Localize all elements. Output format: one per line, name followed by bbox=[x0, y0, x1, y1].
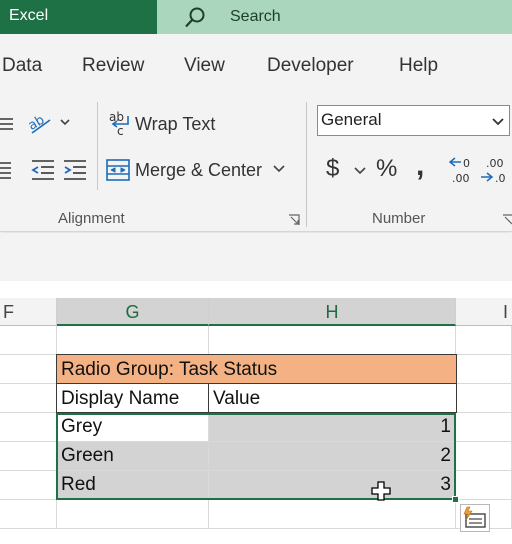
table-row-name[interactable]: Green bbox=[57, 442, 209, 471]
alignment-dialog-launcher[interactable] bbox=[288, 213, 300, 231]
table-row-value[interactable]: 2 bbox=[209, 442, 456, 471]
table-title-cell[interactable]: Radio Group: Task Status bbox=[56, 354, 457, 384]
table-row-name[interactable]: Grey bbox=[57, 413, 209, 442]
merge-center-icon bbox=[106, 158, 130, 182]
cell[interactable] bbox=[456, 442, 512, 471]
column-header-h[interactable]: H bbox=[209, 298, 456, 326]
alignment-group-label: Alignment bbox=[58, 210, 125, 227]
cell[interactable] bbox=[0, 384, 57, 413]
quick-analysis-button[interactable] bbox=[460, 504, 490, 532]
fill-handle[interactable] bbox=[452, 496, 459, 503]
cell[interactable] bbox=[57, 500, 209, 529]
percent-icon: % bbox=[376, 155, 398, 182]
tab-developer[interactable]: Developer bbox=[267, 55, 354, 77]
table-row-name[interactable]: Red bbox=[57, 471, 209, 500]
ribbon-tabs: Data Review View Developer Help bbox=[0, 34, 512, 94]
increase-indent-icon bbox=[62, 158, 88, 182]
cell[interactable] bbox=[0, 355, 57, 384]
comma-icon: , bbox=[416, 149, 425, 182]
separator bbox=[306, 102, 307, 227]
header-display-name[interactable]: Display Name bbox=[56, 383, 209, 413]
ribbon: ab ab c Wrap Text Merge & Center Alignmen… bbox=[0, 94, 512, 232]
align-icon bbox=[0, 160, 14, 180]
worksheet-grid[interactable]: Radio Group: Task Status Display Name Va… bbox=[0, 326, 512, 544]
cell[interactable] bbox=[57, 326, 209, 355]
text-orientation-icon: ab bbox=[28, 110, 74, 136]
currency-format-dropdown[interactable] bbox=[354, 167, 366, 175]
column-header-i[interactable]: I bbox=[456, 298, 512, 326]
comma-style-button[interactable]: , bbox=[416, 149, 424, 183]
wrap-text-label: Wrap Text bbox=[135, 113, 216, 134]
number-group-label: Number bbox=[372, 210, 426, 227]
svg-text:.00: .00 bbox=[452, 172, 470, 184]
increase-decimal-button[interactable]: 0.00 bbox=[449, 156, 477, 184]
app-title: Excel bbox=[9, 7, 49, 24]
merge-center-button[interactable]: Merge & Center bbox=[106, 158, 262, 182]
cell[interactable] bbox=[0, 326, 57, 355]
merge-center-dropdown[interactable] bbox=[273, 165, 285, 173]
tab-view[interactable]: View bbox=[184, 55, 225, 77]
cell[interactable] bbox=[456, 413, 512, 442]
table-row-value[interactable]: 3 bbox=[209, 471, 456, 500]
tab-review[interactable]: Review bbox=[82, 55, 144, 77]
align-left-button[interactable] bbox=[0, 160, 14, 180]
table-row-value[interactable]: 1 bbox=[209, 413, 456, 442]
header-value[interactable]: Value bbox=[208, 383, 457, 413]
orientation-button[interactable]: ab bbox=[28, 110, 74, 136]
decrease-indent-button[interactable] bbox=[30, 158, 56, 182]
cell[interactable] bbox=[456, 471, 512, 500]
tab-help[interactable]: Help bbox=[399, 55, 438, 77]
search-box[interactable]: Search bbox=[157, 0, 512, 34]
cell[interactable] bbox=[456, 326, 512, 355]
decrease-indent-icon bbox=[30, 158, 56, 182]
svg-text:c: c bbox=[117, 124, 124, 138]
separator bbox=[97, 102, 98, 190]
svg-text:0: 0 bbox=[463, 157, 470, 170]
percent-style-button[interactable]: % bbox=[376, 155, 397, 183]
increase-indent-button[interactable] bbox=[62, 158, 88, 182]
chevron-down-icon bbox=[354, 167, 366, 175]
column-header-g[interactable]: G bbox=[57, 298, 209, 326]
svg-text:.0: .0 bbox=[495, 172, 506, 184]
cell[interactable] bbox=[457, 355, 512, 384]
decrease-decimal-button[interactable]: .00.0 bbox=[480, 156, 510, 184]
currency-format-button[interactable]: $ bbox=[326, 155, 339, 183]
number-dialog-launcher[interactable] bbox=[502, 213, 512, 231]
wrap-text-button[interactable]: ab c Wrap Text bbox=[108, 110, 215, 138]
cell[interactable] bbox=[0, 500, 57, 529]
search-icon bbox=[183, 6, 207, 35]
currency-icon: $ bbox=[326, 155, 340, 182]
cell[interactable] bbox=[0, 471, 57, 500]
quick-analysis-icon bbox=[461, 506, 489, 535]
number-format-select[interactable]: General bbox=[317, 105, 510, 136]
merge-center-label: Merge & Center bbox=[135, 159, 263, 180]
cell[interactable] bbox=[209, 500, 456, 529]
svg-text:.00: .00 bbox=[486, 157, 504, 170]
column-header-f[interactable]: F bbox=[0, 298, 57, 326]
justify-align-button[interactable] bbox=[0, 116, 14, 132]
chevron-down-icon bbox=[273, 165, 285, 173]
cell-cursor-icon bbox=[371, 481, 391, 506]
cell[interactable] bbox=[0, 413, 57, 442]
title-bar: Excel Search bbox=[0, 0, 512, 34]
decrease-decimal-icon: .00.0 bbox=[480, 156, 510, 184]
cell[interactable] bbox=[209, 326, 456, 355]
formula-bar-area bbox=[0, 233, 512, 281]
wrap-text-icon: ab c bbox=[108, 110, 134, 138]
justify-icon bbox=[0, 116, 14, 132]
number-format-value: General bbox=[321, 110, 382, 129]
search-placeholder: Search bbox=[230, 8, 281, 25]
chevron-down-icon bbox=[491, 112, 505, 132]
increase-decimal-icon: 0.00 bbox=[449, 156, 477, 184]
cell[interactable] bbox=[0, 442, 57, 471]
cell[interactable] bbox=[457, 384, 512, 413]
tab-data[interactable]: Data bbox=[2, 55, 42, 77]
